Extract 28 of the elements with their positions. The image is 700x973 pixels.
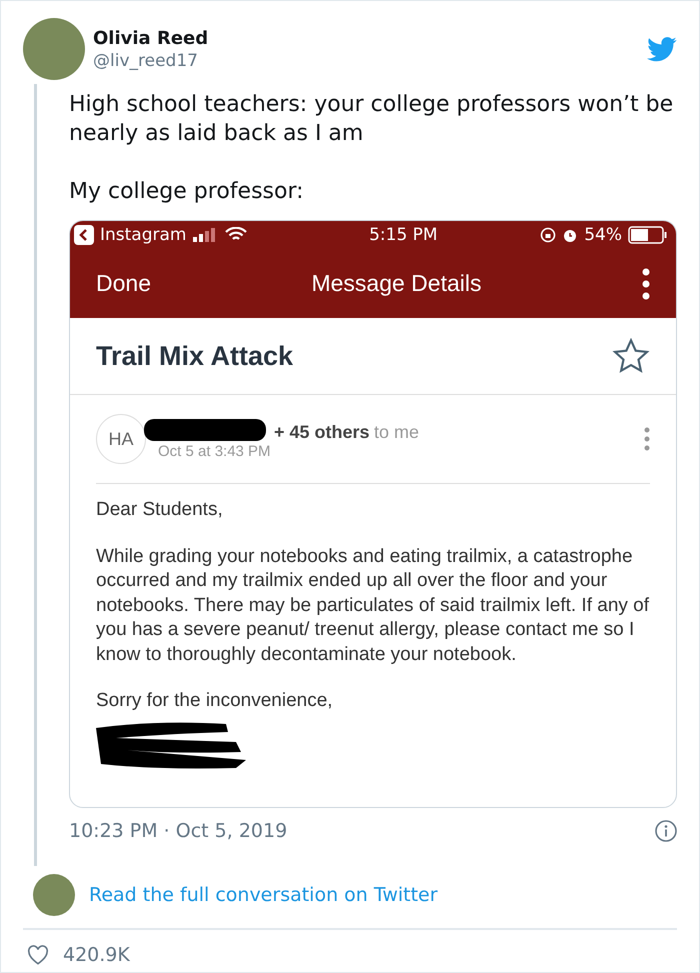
nav-title: Message Details [310,270,482,297]
more-icon[interactable] [642,268,650,300]
author-handle: @liv_reed17 [93,50,199,70]
back-icon [74,225,94,245]
tweet-text: High school teachers: your college professors won’t be nearly as laid back as I am [69,91,674,148]
author-name: Olivia Reed [93,28,210,48]
rotation-lock-icon [540,227,556,243]
info-icon[interactable] [655,820,677,842]
email-date: Oct 5 at 3:43 PM [158,443,271,460]
recipients: + 45 others [274,422,370,442]
email-paragraph: Sorry for the inconvenience, [96,689,334,713]
done-button[interactable]: Done [96,270,151,297]
star-icon[interactable] [612,338,650,374]
tweet-timestamp: 10:23 PM · Oct 5, 2019 [69,820,288,842]
heart-icon[interactable] [27,945,49,965]
alarm-icon [562,227,578,243]
battery-percent: 54% [584,225,622,245]
like-count: 420.9K [63,944,130,966]
email-paragraph: Dear Students, [96,498,224,522]
email-paragraph: While grading your notebooks and eating trailmix, a catastrophe occurred and my trailmix ended up all over the floor and your notebooks. There may be particulates of said trailmix left. If any of you has a severe peanut/ treenut allergy, please contact me so I know to thoroughly decontaminate your notebook. [96,544,650,666]
status-time: 5:15 PM [368,225,439,245]
avatar [33,874,75,916]
bird-logo-icon [647,36,677,62]
tweet-text: My college professor: [69,178,305,206]
battery-icon [628,226,668,244]
back-app-label: Instagram [100,225,186,245]
to-me-label: to me [374,422,420,442]
email-subject: Trail Mix Attack [96,340,294,372]
